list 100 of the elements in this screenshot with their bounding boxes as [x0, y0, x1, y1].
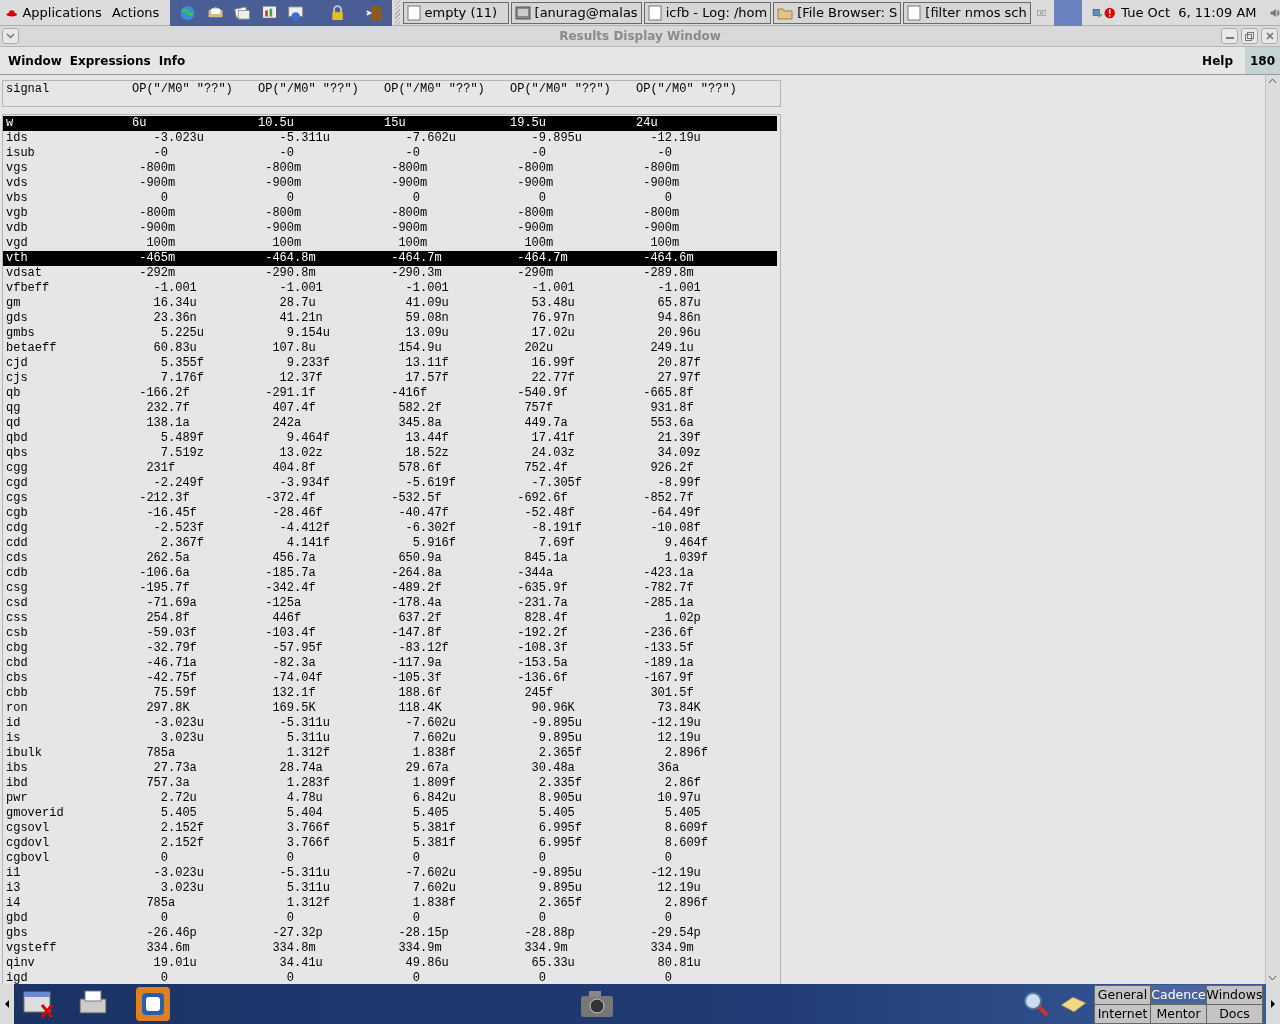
- table-row[interactable]: ibd 757.3a 1.283f 1.809f 2.335f 2.86f: [3, 776, 777, 791]
- table-row[interactable]: vdsat -292m -290.8m -290.3m -290m -289.8m: [3, 266, 777, 281]
- workspace-button[interactable]: General: [1095, 985, 1150, 1004]
- menu-item[interactable]: Info: [150, 53, 186, 68]
- table-row[interactable]: igd 0 0 0 0 0: [3, 971, 777, 984]
- task-button[interactable]: [anurag@malas: [510, 1, 642, 24]
- table-row[interactable]: cbs -42.75f -74.04f -105.3f -136.6f -167.9f: [3, 671, 777, 686]
- task-button[interactable]: [filter nmos sch: [903, 1, 1031, 24]
- table-row[interactable]: ids -3.023u -5.311u -7.602u -9.895u -12.19u: [3, 131, 777, 146]
- table-row[interactable]: qinv 19.01u 34.41u 49.86u 65.33u 80.81u: [3, 956, 777, 971]
- table-row[interactable]: cbg -32.79f -57.95f -83.12f -108.3f -133.5f: [3, 641, 777, 656]
- table-row[interactable]: qd 138.1a 242a 345.8a 449.7a 553.6a: [3, 416, 777, 431]
- workspace-button[interactable]: Mentor: [1151, 1004, 1206, 1023]
- table-row[interactable]: cgsovl 2.152f 3.766f 5.381f 6.995f 8.609f: [3, 821, 777, 836]
- scroll-right-button[interactable]: [1266, 984, 1280, 1024]
- table-row[interactable]: cjs 7.176f 12.37f 17.57f 22.77f 27.97f: [3, 371, 777, 386]
- table-row[interactable]: vgb -800m -800m -800m -800m -800m: [3, 206, 777, 221]
- table-row[interactable]: cjd 5.355f 9.233f 13.11f 16.99f 20.87f: [3, 356, 777, 371]
- table-cell-text: -0: [656, 146, 673, 161]
- terminal-icon[interactable]: [514, 4, 531, 21]
- table-row[interactable]: cdd 2.367f 4.141f 5.916f 7.69f 9.464f: [3, 536, 777, 551]
- scrollbar[interactable]: [1265, 75, 1280, 984]
- table-row[interactable]: gbs -26.46p -27.32p -28.15p -28.88p -29.54p: [3, 926, 777, 941]
- document-icon[interactable]: [647, 4, 662, 21]
- table-row[interactable]: csg -195.7f -342.4f -489.2f -635.9f -782.7f: [3, 581, 777, 596]
- table-row[interactable]: vdb -900m -900m -900m -900m -900m: [3, 221, 777, 236]
- document-icon[interactable]: [907, 4, 922, 21]
- table-row[interactable]: betaeff 60.83u 107.8u 154.9u 202u 249.1u: [3, 341, 777, 356]
- panel-menu[interactable]: Applications: [17, 5, 107, 20]
- task-button[interactable]: icfb - Log: /hom: [643, 1, 772, 24]
- panel-menu[interactable]: Actions: [106, 5, 165, 20]
- table-row[interactable]: ibulk 785a 1.312f 1.838f 2.365f 2.896f: [3, 746, 777, 761]
- workspace-button[interactable]: Windows: [1207, 985, 1262, 1004]
- table-row[interactable]: vgsteff 334.6m 334.8m 334.9m 334.9m 334.9m: [3, 941, 777, 956]
- table-row[interactable]: gds 23.36n 41.21n 59.08n 76.97n 94.86n: [3, 311, 777, 326]
- table-row[interactable]: qbs 7.519z 13.02z 18.52z 24.03z 34.09z: [3, 446, 777, 461]
- table-row[interactable]: css 254.8f 446f 637.2f 828.4f 1.02p: [3, 611, 777, 626]
- table-row[interactable]: cgs -212.3f -372.4f -532.5f -692.6f -852.7f: [3, 491, 777, 506]
- table-row[interactable]: gm 16.34u 28.7u 41.09u 53.48u 65.87u: [3, 296, 777, 311]
- table-row[interactable]: cgdovl 2.152f 3.766f 5.381f 6.995f 8.609f: [3, 836, 777, 851]
- clock[interactable]: Tue Oct 6, 11:09 AM: [1121, 5, 1257, 20]
- signal-name: vdb: [6, 221, 29, 236]
- table-cell-text: 8.905u: [537, 791, 583, 806]
- table-cell-text: 27.97f: [656, 371, 702, 386]
- table-row[interactable]: gbd 0 0 0 0 0: [3, 911, 777, 926]
- table-cell-text: 0: [159, 971, 169, 984]
- table-row[interactable]: qg 232.7f 407.4f 582.2f 757f 931.8f: [3, 401, 777, 416]
- workspace-button[interactable]: Cadence: [1151, 985, 1206, 1004]
- table-row[interactable]: i4 785a 1.312f 1.838f 2.365f 2.896f: [3, 896, 777, 911]
- minimize-button[interactable]: [1221, 28, 1238, 44]
- table-row[interactable]: cbd -46.71a -82.3a -117.9a -153.5a -189.1a: [3, 656, 777, 671]
- signal-name: vds: [6, 176, 29, 191]
- workspace-button[interactable]: Internet: [1095, 1004, 1150, 1023]
- table-row[interactable]: i1 -3.023u -5.311u -7.602u -9.895u -12.19u: [3, 866, 777, 881]
- table-row[interactable]: cgbovl 0 0 0 0 0: [3, 851, 777, 866]
- table-cell-text: 76.97n: [530, 311, 576, 326]
- table-row[interactable]: cgd -2.249f -3.934f -5.619f -7.305f -8.99f: [3, 476, 777, 491]
- table-row[interactable]: isub -0 -0 -0 -0 -0: [3, 146, 777, 161]
- search-icon[interactable]: [1022, 990, 1050, 1018]
- table-row[interactable]: id -3.023u -5.311u -7.602u -9.895u -12.19u: [3, 716, 777, 731]
- workspace-button[interactable]: Docs: [1207, 1004, 1262, 1023]
- table-row[interactable]: vth -465m -464.8m -464.7m -464.7m -464.6m: [3, 251, 777, 266]
- table-row[interactable]: csb -59.03f -103.4f -147.8f -192.2f -236.6f: [3, 626, 777, 641]
- table-row[interactable]: vgd 100m 100m 100m 100m 100m: [3, 236, 777, 251]
- table-cell-text: -185.7a: [264, 566, 317, 581]
- table-row[interactable]: csd -71.69a -125a -178.4a -231.7a -285.1a: [3, 596, 777, 611]
- document-icon[interactable]: [406, 4, 421, 21]
- menu-item[interactable]: Window: [0, 53, 62, 68]
- table-row[interactable]: cgg 231f 404.8f 578.6f 752.4f 926.2f: [3, 461, 777, 476]
- table-row[interactable]: cdb -106.6a -185.7a -264.8a -344a -423.1a: [3, 566, 777, 581]
- table-row[interactable]: is 3.023u 5.311u 7.602u 9.895u 12.19u: [3, 731, 777, 746]
- app-icon[interactable]: [134, 985, 172, 1023]
- table-row[interactable]: qbd 5.489f 9.464f 13.44f 17.41f 21.39f: [3, 431, 777, 446]
- table-row[interactable]: cds 262.5a 456.7a 650.9a 845.1a 1.039f: [3, 551, 777, 566]
- table-row[interactable]: cbb 75.59f 132.1f 188.6f 245f 301.5f: [3, 686, 777, 701]
- window-menu-button[interactable]: [2, 28, 19, 44]
- maximize-button[interactable]: [1241, 28, 1258, 44]
- table-row[interactable]: cdg -2.523f -4.412f -6.302f -8.191f -10.08f: [3, 521, 777, 536]
- task-button[interactable]: empty (11): [402, 1, 509, 24]
- table-row[interactable]: vgs -800m -800m -800m -800m -800m: [3, 161, 777, 176]
- table-cell-text: 23.36n: [152, 311, 198, 326]
- table-row[interactable]: cgb -16.45f -28.46f -40.47f -52.48f -64.49f: [3, 506, 777, 521]
- table-row[interactable]: vbs 0 0 0 0 0: [3, 191, 777, 206]
- table-row[interactable]: gmbs 5.225u 9.154u 13.09u 17.02u 20.96u: [3, 326, 777, 341]
- task-button[interactable]: [File Browser: S: [773, 1, 902, 24]
- table-row[interactable]: vfbeff -1.001 -1.001 -1.001 -1.001 -1.001: [3, 281, 777, 296]
- table-row[interactable]: w 6u 10.5u 15u 19.5u 24u: [3, 116, 777, 131]
- close-button[interactable]: [1261, 28, 1278, 44]
- table-row[interactable]: pwr 2.72u 4.78u 6.842u 8.905u 10.97u: [3, 791, 777, 806]
- table-row[interactable]: gmoverid 5.405 5.404 5.405 5.405 5.405: [3, 806, 777, 821]
- table-cell-text: 0: [159, 911, 169, 926]
- help-menu[interactable]: Help: [1202, 53, 1233, 68]
- table-row[interactable]: vds -900m -900m -900m -900m -900m: [3, 176, 777, 191]
- table-row[interactable]: qb -166.2f -291.1f -416f -540.9f -665.8f: [3, 386, 777, 401]
- table-row[interactable]: ibs 27.73a 28.74a 29.67a 30.48a 36a: [3, 761, 777, 776]
- table-row[interactable]: i3 3.023u 5.311u 7.602u 9.895u 12.19u: [3, 881, 777, 896]
- menu-item[interactable]: Expressions: [61, 53, 151, 68]
- scroll-left-button[interactable]: [0, 984, 14, 1024]
- table-cell-text: -900m: [138, 176, 177, 191]
- table-row[interactable]: ron 297.8K 169.5K 118.4K 90.96K 73.84K: [3, 701, 777, 716]
